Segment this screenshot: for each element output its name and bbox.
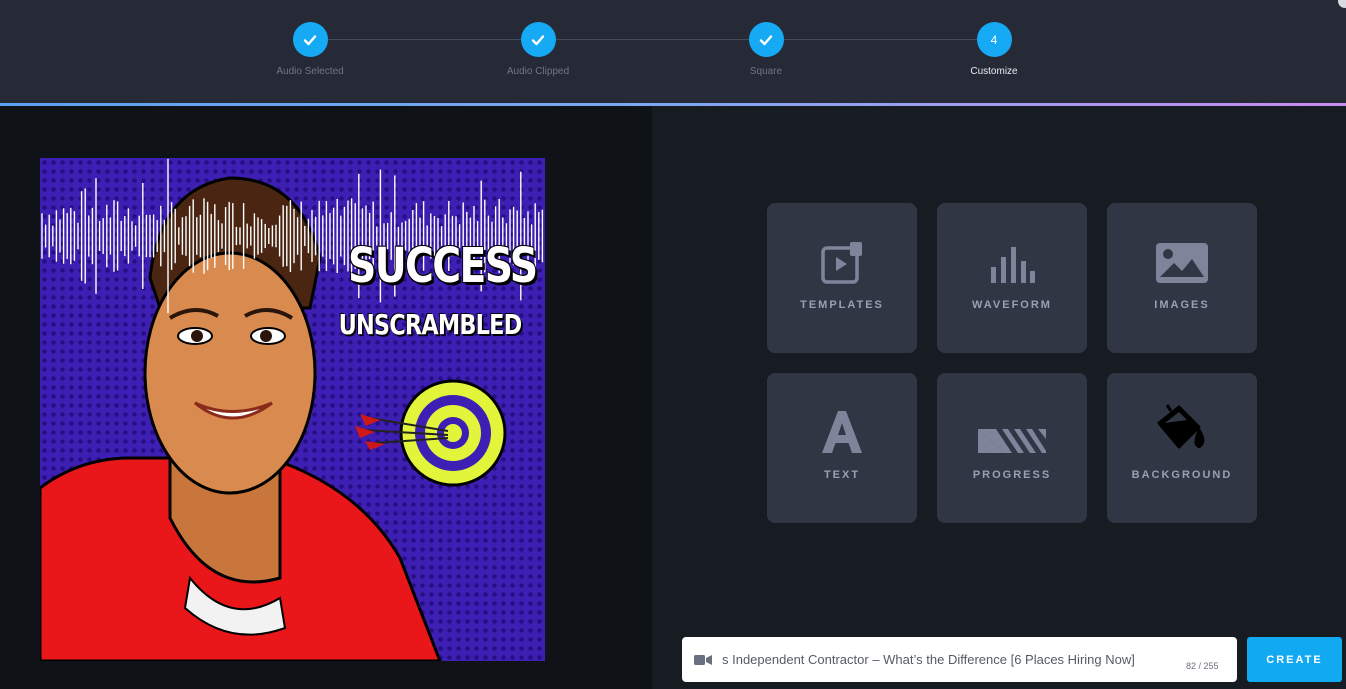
check-icon <box>531 34 545 45</box>
step-square[interactable]: Square <box>706 22 826 77</box>
step-label: Customize <box>970 66 1018 77</box>
check-icon <box>759 34 773 45</box>
step-audio-clipped[interactable]: Audio Clipped <box>478 22 598 77</box>
paint-bucket-icon <box>1157 404 1205 449</box>
video-title-field[interactable]: s Independent Contractor – What’s the Di… <box>682 637 1237 682</box>
preview-title-line1: SUCCESS <box>348 238 538 294</box>
step-label: Audio Clipped <box>506 66 570 77</box>
images-icon <box>1156 243 1208 283</box>
templates-icon <box>821 242 862 284</box>
customize-panel: TEMPLATES WAVEFORM IMAGES TEXT PROGRESS … <box>652 106 1346 689</box>
step-4-circle: 4 <box>976 22 1012 57</box>
step-2-circle <box>520 22 556 57</box>
preview-panel: SUCCESS UNSCRAMBLED <box>0 106 652 689</box>
character-counter: 82 / 255 <box>1186 660 1219 671</box>
step-3-circle <box>748 22 784 57</box>
progress-stepper: Audio Selected Audio Clipped Square 4 Cu… <box>0 0 1346 105</box>
progress-icon <box>978 429 1046 453</box>
step-audio-selected[interactable]: Audio Selected <box>250 22 370 77</box>
tool-label: WAVEFORM <box>972 299 1052 311</box>
text-tool[interactable]: TEXT <box>767 373 917 523</box>
stepper-connector-line <box>310 39 994 40</box>
background-tool[interactable]: BACKGROUND <box>1107 373 1257 523</box>
step-label: Audio Selected <box>276 66 344 77</box>
tool-label: TEMPLATES <box>800 299 884 311</box>
waveform-icon <box>991 247 1035 283</box>
video-camera-icon <box>694 654 712 665</box>
step-label: Square <box>749 66 783 77</box>
help-icon[interactable] <box>1338 0 1346 8</box>
check-icon <box>303 34 317 45</box>
step-1-circle <box>292 22 328 57</box>
tool-label: IMAGES <box>1154 299 1210 311</box>
templates-tool[interactable]: TEMPLATES <box>767 203 917 353</box>
preview-title-line2: UNSCRAMBLED <box>338 308 523 341</box>
preview-canvas[interactable]: SUCCESS UNSCRAMBLED <box>40 158 545 661</box>
progress-tool[interactable]: PROGRESS <box>937 373 1087 523</box>
waveform-tool[interactable]: WAVEFORM <box>937 203 1087 353</box>
text-icon <box>822 411 862 453</box>
create-button[interactable]: CREATE <box>1247 637 1342 682</box>
tool-label: BACKGROUND <box>1131 469 1233 481</box>
images-tool[interactable]: IMAGES <box>1107 203 1257 353</box>
step-customize[interactable]: 4 Customize <box>934 22 1054 77</box>
tool-label: PROGRESS <box>972 469 1052 481</box>
tool-label: TEXT <box>823 469 861 481</box>
video-title-input[interactable]: s Independent Contractor – What’s the Di… <box>722 652 1172 667</box>
